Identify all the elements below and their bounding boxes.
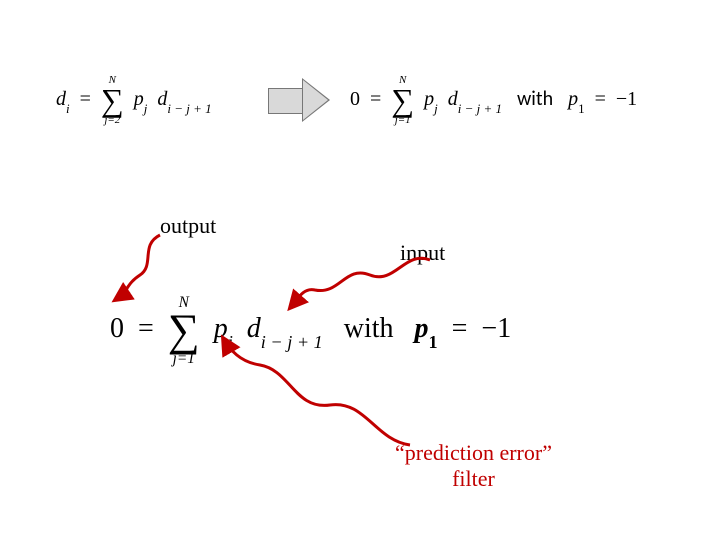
var-p: p (134, 88, 144, 110)
var-p: p (424, 88, 434, 110)
sigma-icon: ∑ (168, 310, 200, 350)
label-output: output (160, 213, 216, 239)
sum-lower: j=1 (168, 351, 200, 366)
slide: di = N ∑ j=2 pj di − j + 1 0 = N ∑ j=1 p… (0, 0, 720, 540)
label-input: input (400, 240, 445, 266)
var-p: p (214, 313, 228, 344)
sub-1: 1 (429, 332, 438, 352)
sub-1: 1 (578, 101, 585, 116)
equation-top-right: 0 = N ∑ j=1 pj di − j + 1 with p1 = −1 (350, 75, 637, 126)
sub-ij: i − j + 1 (458, 101, 502, 116)
sub-j: j (434, 101, 438, 116)
equals: = (80, 88, 91, 110)
equation-main: 0 = N ∑ j=1 pj di − j + 1 with p1 = −1 (110, 295, 511, 366)
sub-ij: i − j + 1 (261, 332, 323, 352)
var-d2: d (247, 313, 261, 344)
with-word: with (344, 313, 394, 344)
sub-j: j (228, 332, 233, 352)
arrow-right-icon (268, 78, 332, 122)
var-p1: p (568, 88, 578, 110)
sub-j: j (144, 101, 148, 116)
neg-one: −1 (616, 88, 637, 110)
sub-i: i (66, 101, 70, 116)
sigma-icon: ∑ (391, 86, 414, 115)
zero: 0 (350, 88, 360, 110)
neg-one: −1 (481, 313, 511, 344)
summation: N ∑ j=2 (101, 75, 124, 126)
summation: N ∑ j=1 (168, 295, 200, 366)
var-d2: d (157, 88, 167, 110)
var-d2: d (448, 88, 458, 110)
with-word: with (517, 87, 553, 111)
equals: = (595, 88, 606, 110)
equals: = (138, 313, 154, 344)
summation: N ∑ j=1 (391, 75, 414, 126)
zero: 0 (110, 313, 124, 344)
label-pred-line2: filter (395, 466, 552, 492)
equals: = (452, 313, 468, 344)
label-prediction-error: “prediction error” filter (395, 440, 552, 492)
sigma-icon: ∑ (101, 86, 124, 115)
sub-ij: i − j + 1 (167, 101, 211, 116)
sum-lower: j=1 (391, 115, 414, 126)
var-d: d (56, 88, 66, 110)
equals: = (370, 88, 381, 110)
label-pred-line1: “prediction error” (395, 440, 552, 466)
var-p1: p (415, 313, 429, 344)
equation-top-left: di = N ∑ j=2 pj di − j + 1 (56, 75, 212, 126)
